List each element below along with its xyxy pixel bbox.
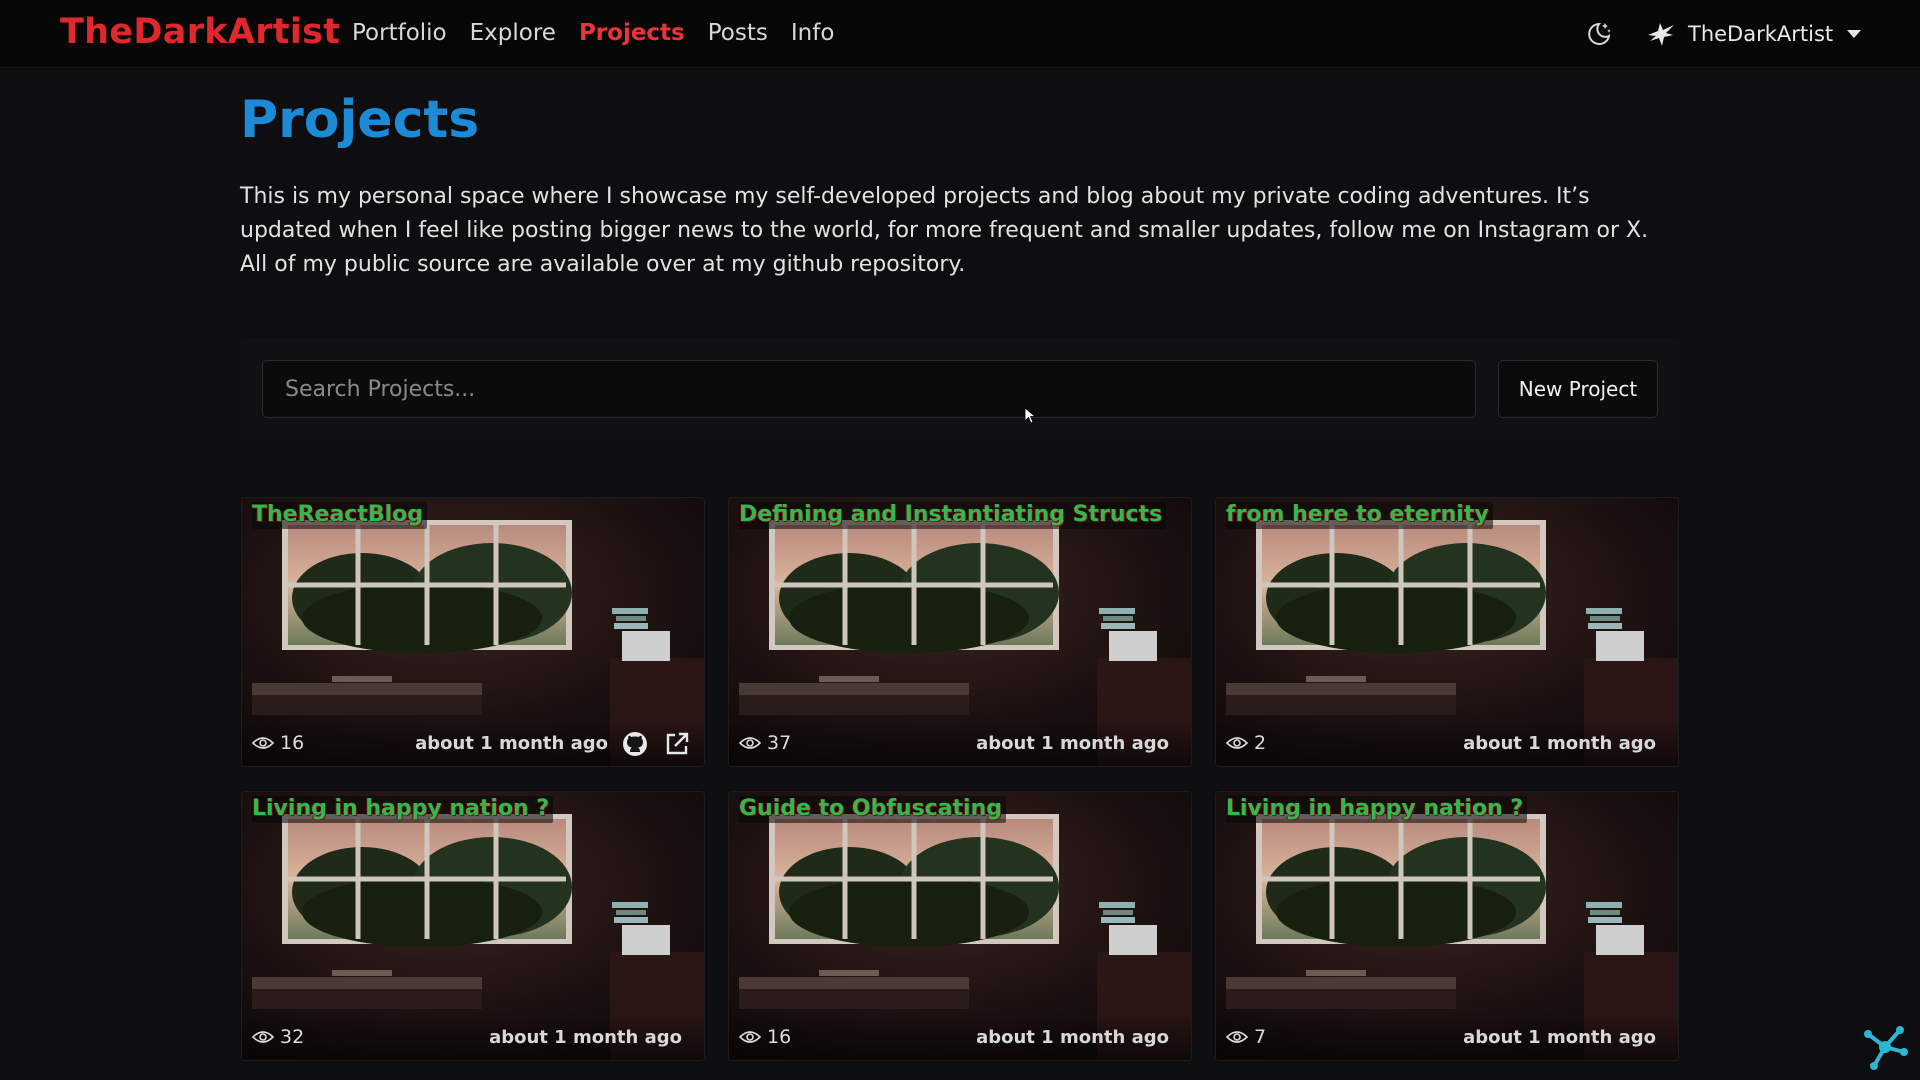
search-panel: New Project	[240, 338, 1680, 440]
project-card[interactable]: Guide to Obfuscating 16 about 1 month ag…	[728, 791, 1192, 1061]
views-value: 32	[280, 1026, 305, 1048]
views-value: 16	[767, 1026, 792, 1048]
external-link-icon[interactable]	[664, 731, 690, 757]
nav-portfolio[interactable]: Portfolio	[352, 20, 447, 46]
eye-icon	[1226, 1031, 1248, 1043]
eye-icon	[252, 737, 274, 749]
moon-star-icon[interactable]	[1585, 20, 1613, 48]
username: TheDarkArtist	[1688, 22, 1834, 46]
eye-icon	[739, 1031, 761, 1043]
user-menu[interactable]: TheDarkArtist	[1646, 19, 1862, 49]
card-title[interactable]: Living in happy nation ?	[252, 796, 554, 823]
project-card[interactable]: TheReactBlog 16 about 1 month ago	[241, 497, 705, 767]
eye-icon	[739, 737, 761, 749]
page-title: Projects	[240, 90, 480, 150]
project-card[interactable]: from here to eternity 2 about 1 month ag…	[1215, 497, 1679, 767]
bird-logo-icon	[1648, 23, 1674, 46]
eye-icon	[252, 1031, 274, 1043]
card-date: about 1 month ago	[415, 733, 608, 754]
card-title[interactable]: from here to eternity	[1226, 502, 1493, 529]
views-value: 7	[1254, 1026, 1267, 1048]
card-date: about 1 month ago	[976, 1027, 1169, 1048]
view-count: 2	[1226, 732, 1266, 754]
top-navbar: TheDarkArtist Portfolio Explore Projects…	[0, 0, 1920, 68]
views-value: 16	[280, 732, 305, 754]
card-title[interactable]: Guide to Obfuscating	[739, 796, 1007, 823]
eye-icon	[1226, 737, 1248, 749]
view-count: 7	[1226, 1026, 1266, 1048]
mouse-cursor-icon	[1024, 407, 1037, 424]
nav-projects[interactable]: Projects	[579, 20, 685, 46]
card-date: about 1 month ago	[1463, 1027, 1656, 1048]
project-card[interactable]: Living in happy nation ? 32 about 1 mont…	[241, 791, 705, 1061]
views-value: 2	[1254, 732, 1267, 754]
nav-explore[interactable]: Explore	[470, 20, 556, 46]
card-date: about 1 month ago	[976, 733, 1169, 754]
view-count: 32	[252, 1026, 304, 1048]
nav-info[interactable]: Info	[791, 20, 835, 46]
intro-text: This is my personal space where I showca…	[240, 184, 1649, 277]
main-nav: Portfolio Explore Projects Posts Info	[352, 20, 857, 46]
network-fab-icon[interactable]	[1860, 1022, 1910, 1072]
project-card[interactable]: Living in happy nation ? 7 about 1 month…	[1215, 791, 1679, 1061]
views-value: 37	[767, 732, 792, 754]
brand-logo[interactable]: TheDarkArtist	[60, 12, 340, 52]
view-count: 37	[739, 732, 791, 754]
card-date: about 1 month ago	[489, 1027, 682, 1048]
view-count: 16	[252, 732, 304, 754]
card-title[interactable]: Defining and Instantiating Structs	[739, 502, 1167, 529]
chevron-down-icon	[1847, 30, 1862, 38]
search-input[interactable]	[262, 360, 1476, 418]
card-date: about 1 month ago	[1463, 733, 1656, 754]
nav-posts[interactable]: Posts	[708, 20, 768, 46]
github-icon[interactable]	[621, 730, 649, 758]
card-title[interactable]: Living in happy nation ?	[1226, 796, 1528, 823]
project-card[interactable]: Defining and Instantiating Structs 37 ab…	[728, 497, 1192, 767]
view-count: 16	[739, 1026, 791, 1048]
new-project-button[interactable]: New Project	[1498, 360, 1658, 418]
card-title[interactable]: TheReactBlog	[252, 502, 428, 529]
